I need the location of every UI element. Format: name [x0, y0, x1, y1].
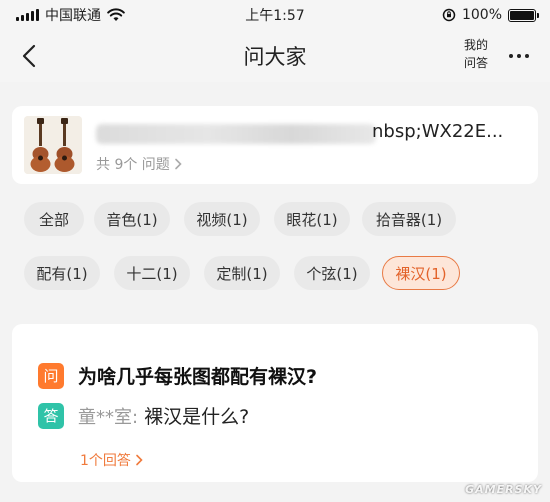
my-questions-label-2: 问答: [463, 56, 488, 70]
my-questions-label-1: 我的: [463, 38, 488, 52]
watermark: GAMERSKY: [465, 483, 542, 496]
chevron-right-icon: [175, 158, 182, 170]
battery-icon: [508, 8, 539, 22]
product-card[interactable]: nbsp;WX22E... 共 9个 问题: [12, 106, 538, 184]
tag-video[interactable]: 视频(1): [184, 202, 260, 236]
status-left: 中国联通: [16, 5, 125, 25]
tag-filter-area: 全部 音色(1) 视频(1) 眼花(1) 拾音器(1) 配有(1) 十二(1) …: [0, 196, 550, 300]
tag-pickup[interactable]: 拾音器(1): [362, 202, 456, 236]
tag-all[interactable]: 全部: [24, 202, 84, 236]
answerer-name: 童**室:: [78, 406, 139, 428]
my-questions-button[interactable]: 我的 问答: [456, 36, 496, 72]
signal-icon: [16, 9, 39, 21]
tag-naked-man[interactable]: 裸汉(1): [382, 256, 460, 290]
tag-blurry-eyes[interactable]: 眼花(1): [274, 202, 350, 236]
chevron-right-icon: [136, 454, 143, 466]
view-answers-link[interactable]: 1个回答: [80, 450, 143, 470]
wifi-icon: [107, 8, 125, 21]
question-row: 问 为啥几乎每张图都配有裸汉?: [38, 362, 317, 389]
tag-tone[interactable]: 音色(1): [94, 202, 170, 236]
answer-count-label: 1个回答: [80, 453, 131, 469]
answer-row: 答 童**室: 裸汉是什么?: [38, 402, 249, 429]
product-info: nbsp;WX22E... 共 9个 问题: [96, 116, 538, 174]
product-title-visible: nbsp;WX22E...: [372, 121, 504, 142]
nav-bar: 问大家 我的 问答: [0, 30, 550, 82]
question-badge: 问: [38, 362, 64, 389]
answer-text: 裸汉是什么?: [144, 406, 250, 428]
qa-card[interactable]: 问 为啥几乎每张图都配有裸汉? 答 童**室: 裸汉是什么? 1个回答: [12, 324, 538, 482]
question-text: 为啥几乎每张图都配有裸汉?: [78, 366, 318, 388]
battery-fill: [510, 10, 534, 20]
guitar-image: [24, 116, 82, 174]
orientation-lock-icon: [442, 8, 456, 22]
status-bar: 中国联通 上午1:57 100%: [0, 0, 550, 30]
tag-custom[interactable]: 定制(1): [204, 256, 280, 290]
tag-comes-with[interactable]: 配有(1): [24, 256, 100, 290]
blurred-product-title: [96, 124, 376, 144]
status-right: 100%: [442, 7, 539, 23]
tag-twelve[interactable]: 十二(1): [114, 256, 190, 290]
question-count[interactable]: 共 9个 问题: [96, 154, 182, 174]
question-count-label: 共 9个 问题: [96, 157, 170, 173]
product-thumbnail: [24, 116, 82, 174]
answer-badge: 答: [38, 402, 64, 429]
battery-percent: 100%: [461, 7, 502, 23]
carrier-name: 中国联通: [45, 8, 101, 24]
tag-string[interactable]: 个弦(1): [294, 256, 370, 290]
more-dots-icon[interactable]: [506, 44, 532, 68]
